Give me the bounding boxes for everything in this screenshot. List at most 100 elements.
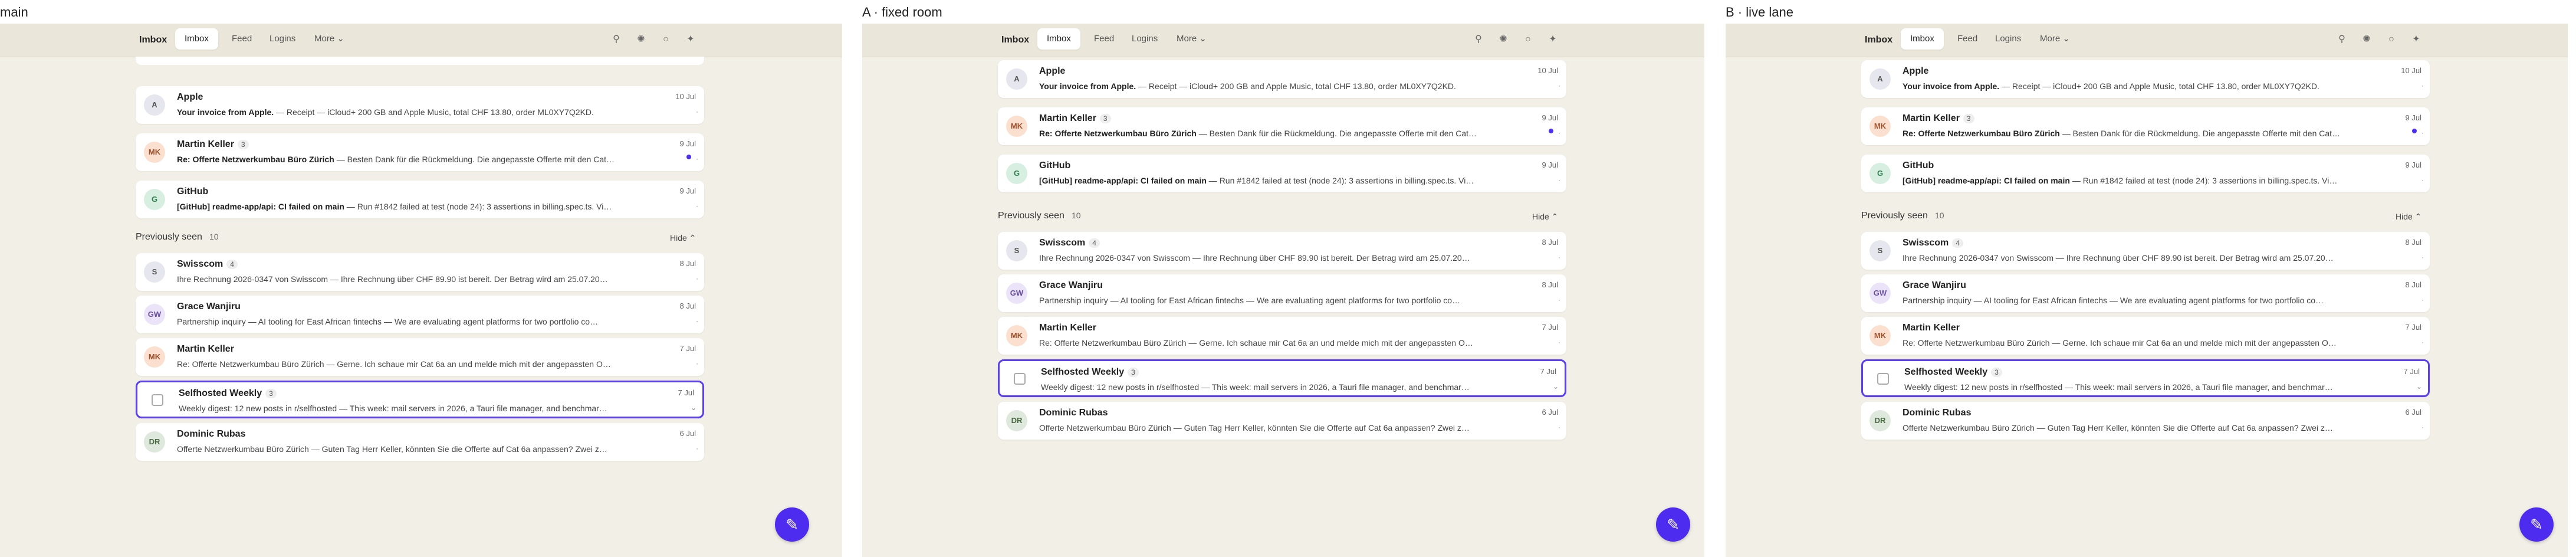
hide-section-button[interactable]: Hide ⌃ xyxy=(670,233,696,243)
message-row[interactable]: MK Martin Keller Re: Offerte Netzwerkumbau… xyxy=(998,317,1566,355)
message-row[interactable]: MK Martin Keller 3 Re: Offerte Netzwerkumba… xyxy=(998,107,1566,145)
row-menu-icon[interactable]: · xyxy=(696,317,698,325)
expand-chevron-icon[interactable]: ⌄ xyxy=(1553,382,1559,391)
row-menu-icon[interactable]: · xyxy=(2421,176,2424,184)
sender-label: Dominic Rubas xyxy=(1903,408,1972,418)
nav-tab-feed[interactable]: Feed xyxy=(1948,28,1987,50)
nav-tab-imbox[interactable]: Imbox xyxy=(1901,28,1944,50)
nav-tab-feed[interactable]: Feed xyxy=(1085,28,1123,50)
row-menu-icon[interactable]: · xyxy=(2421,338,2424,346)
row-menu-icon[interactable]: · xyxy=(2421,81,2424,90)
row-menu-icon[interactable]: · xyxy=(1558,81,1560,90)
row-menu-icon[interactable]: · xyxy=(696,359,698,368)
settings-icon[interactable]: ✺ xyxy=(1497,33,1510,46)
message-preview: Offerte Netzwerkumbau Büro Zürich — Gute… xyxy=(1039,423,1470,433)
message-row[interactable]: Selfhosted Weekly 3 Weekly digest: 12 new … xyxy=(1861,359,2430,397)
row-menu-icon[interactable]: · xyxy=(696,107,698,116)
app-brand[interactable]: Imbox xyxy=(1001,35,1029,45)
settings-icon[interactable]: ✺ xyxy=(635,33,648,46)
row-menu-icon[interactable]: · xyxy=(1558,296,1560,304)
row-menu-icon[interactable]: · xyxy=(2421,129,2424,137)
hide-section-button[interactable]: Hide ⌃ xyxy=(2396,212,2421,222)
row-menu-icon[interactable]: · xyxy=(696,155,698,163)
avatar: DR xyxy=(144,431,165,453)
sender-name: Martin Keller xyxy=(1039,323,1096,333)
message-row[interactable]: GW Grace Wanjiru Partnership inquiry — AI … xyxy=(1861,274,2430,312)
select-checkbox[interactable] xyxy=(1877,373,1889,385)
row-menu-icon[interactable]: · xyxy=(1558,338,1560,346)
row-menu-icon[interactable]: · xyxy=(696,444,698,453)
bell-icon[interactable]: ○ xyxy=(2385,33,2398,46)
section-title: Previously seen xyxy=(136,232,202,242)
nav-tab-more[interactable]: More ⌄ xyxy=(1167,28,1216,50)
nav-tab-imbox[interactable]: Imbox xyxy=(1037,28,1080,50)
message-row[interactable]: A Apple Your invoice from Apple. — Receipt… xyxy=(1861,60,2430,98)
bell-icon[interactable]: ○ xyxy=(659,33,672,46)
row-menu-icon[interactable]: · xyxy=(2421,423,2424,431)
sender-label: GitHub xyxy=(177,186,209,196)
message-subject: Your invoice from Apple. xyxy=(1903,81,2000,91)
message-row[interactable]: MK Martin Keller 3 Re: Offerte Netzwerkumba… xyxy=(136,133,704,171)
nav-tab-feed[interactable]: Feed xyxy=(222,28,261,50)
nav-tab-logins[interactable]: Logins xyxy=(1122,28,1167,50)
expand-chevron-icon[interactable]: ⌄ xyxy=(2416,382,2422,391)
section-title: Previously seen xyxy=(1861,211,1928,221)
message-row[interactable]: G GitHub [GitHub] readme-app/api: CI faile… xyxy=(136,181,704,218)
avatar: DR xyxy=(1006,410,1027,431)
hide-section-button[interactable]: Hide ⌃ xyxy=(1532,212,1558,222)
search-icon[interactable]: ⚲ xyxy=(1472,33,1485,46)
row-menu-icon[interactable]: · xyxy=(696,202,698,210)
row-menu-icon[interactable]: · xyxy=(2421,253,2424,261)
app-brand[interactable]: Imbox xyxy=(1865,35,1892,45)
nav-tab-imbox[interactable]: Imbox xyxy=(175,28,218,50)
sparkle-icon[interactable]: ✦ xyxy=(2410,33,2423,46)
message-row[interactable]: DR Dominic Rubas Offerte Netzwerkumbau Bür… xyxy=(136,423,704,461)
bell-icon[interactable]: ○ xyxy=(1522,33,1535,46)
message-row[interactable]: S Swisscom 4 Ihre Rechnung 2026-0347 von Sw… xyxy=(1861,232,2430,270)
message-row[interactable]: MK Martin Keller 3 Re: Offerte Netzwerkumba… xyxy=(1861,107,2430,145)
message-row[interactable]: DR Dominic Rubas Offerte Netzwerkumbau Bür… xyxy=(998,402,1566,440)
message-row[interactable]: GW Grace Wanjiru Partnership inquiry — AI … xyxy=(998,274,1566,312)
row-menu-icon[interactable]: · xyxy=(1558,176,1560,184)
settings-icon[interactable]: ✺ xyxy=(2360,33,2373,46)
nav-tab-more[interactable]: More ⌄ xyxy=(2030,28,2079,50)
row-menu-icon[interactable]: · xyxy=(2421,296,2424,304)
row-menu-icon[interactable]: · xyxy=(1558,253,1560,261)
expand-chevron-icon[interactable]: ⌄ xyxy=(691,404,696,412)
compose-pencil-icon[interactable]: ✎ xyxy=(775,507,809,542)
row-menu-icon[interactable]: · xyxy=(1558,129,1560,137)
message-row[interactable]: S Swisscom 4 Ihre Rechnung 2026-0347 von Sw… xyxy=(136,253,704,291)
app-panel: Imbox Imbox Feed Logins More ⌄ ⚲ ✺ ○ ✦ A Apple Your… xyxy=(0,24,842,557)
message-row[interactable]: GW Grace Wanjiru Partnership inquiry — AI … xyxy=(136,296,704,333)
message-row[interactable]: A Apple Your invoice from Apple. — Receipt… xyxy=(998,60,1566,98)
nav-tab-logins[interactable]: Logins xyxy=(1986,28,2030,50)
avatar: MK xyxy=(1006,325,1027,346)
search-icon[interactable]: ⚲ xyxy=(2335,33,2348,46)
nav-tab-more[interactable]: More ⌄ xyxy=(305,28,354,50)
message-row[interactable]: A Apple Your invoice from Apple. — Receipt… xyxy=(136,86,704,124)
sparkle-icon[interactable]: ✦ xyxy=(684,33,697,46)
thread-count-badge: 4 xyxy=(1089,238,1100,248)
select-checkbox[interactable] xyxy=(152,394,163,406)
message-preview: Partnership inquiry — AI tooling for Eas… xyxy=(177,317,599,326)
message-row[interactable]: Selfhosted Weekly 3 Weekly digest: 12 new … xyxy=(998,359,1566,397)
search-icon[interactable]: ⚲ xyxy=(610,33,623,46)
sender-label: Martin Keller xyxy=(177,344,234,354)
row-menu-icon[interactable]: · xyxy=(696,274,698,283)
sparkle-icon[interactable]: ✦ xyxy=(1546,33,1559,46)
message-row[interactable]: DR Dominic Rubas Offerte Netzwerkumbau Bür… xyxy=(1861,402,2430,440)
compose-pencil-icon[interactable]: ✎ xyxy=(2519,507,2554,542)
message-row[interactable]: Selfhosted Weekly 3 Weekly digest: 12 new … xyxy=(136,381,704,418)
message-row[interactable]: MK Martin Keller Re: Offerte Netzwerkumbau… xyxy=(136,338,704,376)
nav-tab-logins[interactable]: Logins xyxy=(260,28,305,50)
message-row[interactable]: S Swisscom 4 Ihre Rechnung 2026-0347 von Sw… xyxy=(998,232,1566,270)
message-row[interactable]: G GitHub [GitHub] readme-app/api: CI faile… xyxy=(1861,155,2430,192)
message-snippet: Partnership inquiry — AI tooling for Eas… xyxy=(1039,296,1531,305)
sender-name: Selfhosted Weekly 3 xyxy=(1041,367,1139,378)
row-menu-icon[interactable]: · xyxy=(1558,423,1560,431)
app-brand[interactable]: Imbox xyxy=(139,35,167,45)
select-checkbox[interactable] xyxy=(1014,373,1026,385)
message-row[interactable]: G GitHub [GitHub] readme-app/api: CI faile… xyxy=(998,155,1566,192)
compose-pencil-icon[interactable]: ✎ xyxy=(1656,507,1690,542)
message-row[interactable]: MK Martin Keller Re: Offerte Netzwerkumbau… xyxy=(1861,317,2430,355)
